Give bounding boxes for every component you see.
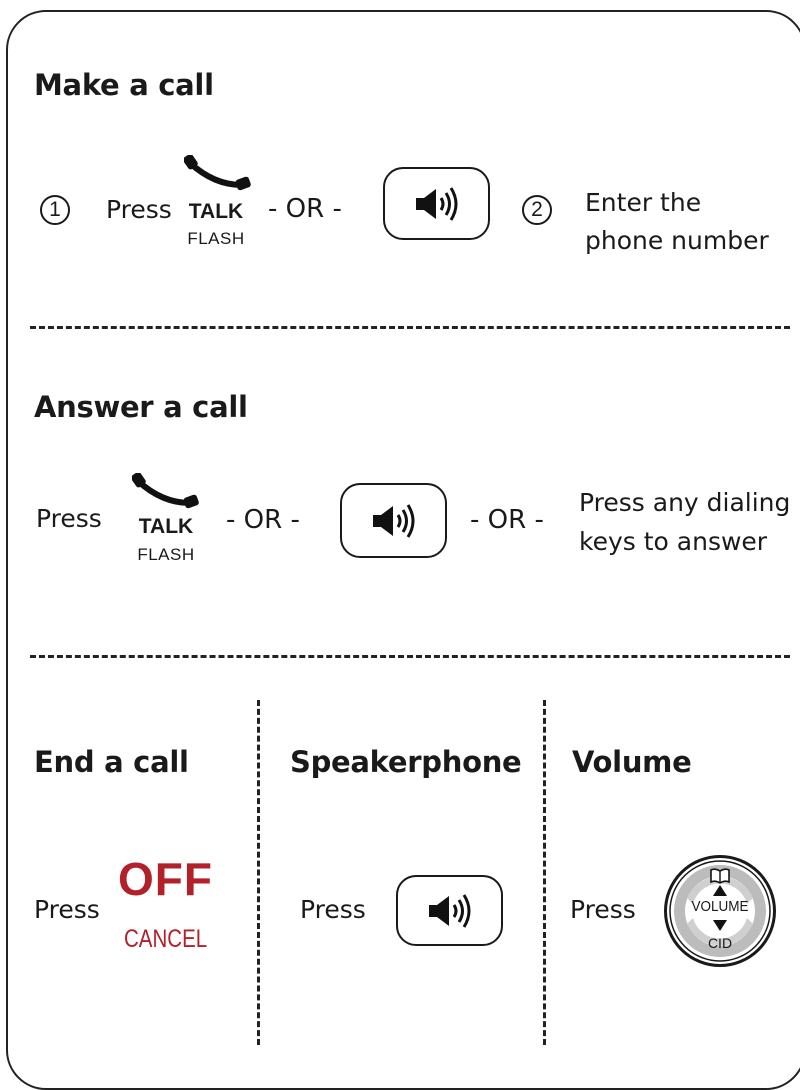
step-2-badge: 2 xyxy=(522,195,552,225)
off-key-label: OFF xyxy=(118,853,213,905)
talk-key-label: TALK xyxy=(188,200,244,223)
flash-key-label: FLASH xyxy=(137,545,195,564)
speaker-icon xyxy=(372,503,414,538)
speaker-button-make xyxy=(383,167,490,240)
speaker-button-speakerphone xyxy=(396,875,503,946)
phone-handset-icon xyxy=(184,155,251,191)
speakerphone-heading: Speakerphone xyxy=(290,745,522,779)
make-call-press-label: Press xyxy=(106,195,172,224)
column-divider-1 xyxy=(257,700,260,1045)
volume-heading: Volume xyxy=(572,745,692,779)
end-call-heading: End a call xyxy=(34,745,189,779)
step-1-badge: 1 xyxy=(40,195,70,225)
enter-number-line1: Enter the xyxy=(585,188,702,217)
answer-call-press-label: Press xyxy=(36,504,102,533)
cancel-key-label: CANCEL xyxy=(124,925,208,953)
any-key-line2: keys to answer xyxy=(579,527,768,556)
arrow-down-icon xyxy=(713,920,727,931)
column-divider-2 xyxy=(543,700,546,1045)
volume-press-label: Press xyxy=(570,895,636,924)
enter-number-line2: phone number xyxy=(585,226,769,255)
speaker-icon xyxy=(415,186,457,221)
flash-key-label: FLASH xyxy=(187,229,245,248)
volume-key-label: VOLUME xyxy=(691,898,749,915)
speaker-button-answer xyxy=(340,483,447,558)
phone-handset-icon xyxy=(132,473,199,509)
make-call-or-text: - OR - xyxy=(268,194,342,224)
phonebook-icon xyxy=(710,868,730,884)
answer-call-or-text-1: - OR - xyxy=(226,505,300,535)
section-divider-1 xyxy=(30,326,790,329)
speakerphone-press-label: Press xyxy=(300,895,366,924)
talk-key-label: TALK xyxy=(138,515,194,538)
speaker-icon xyxy=(428,893,470,928)
answer-call-heading: Answer a call xyxy=(34,390,248,424)
arrow-up-icon xyxy=(713,885,727,896)
cid-key-label: CID xyxy=(707,935,733,951)
answer-call-or-text-2: - OR - xyxy=(470,505,544,535)
volume-key: VOLUME CID xyxy=(664,855,776,967)
make-call-heading: Make a call xyxy=(34,68,214,102)
end-call-press-label: Press xyxy=(34,895,100,924)
any-key-line1: Press any dialing xyxy=(579,488,791,517)
section-divider-2 xyxy=(30,655,790,658)
